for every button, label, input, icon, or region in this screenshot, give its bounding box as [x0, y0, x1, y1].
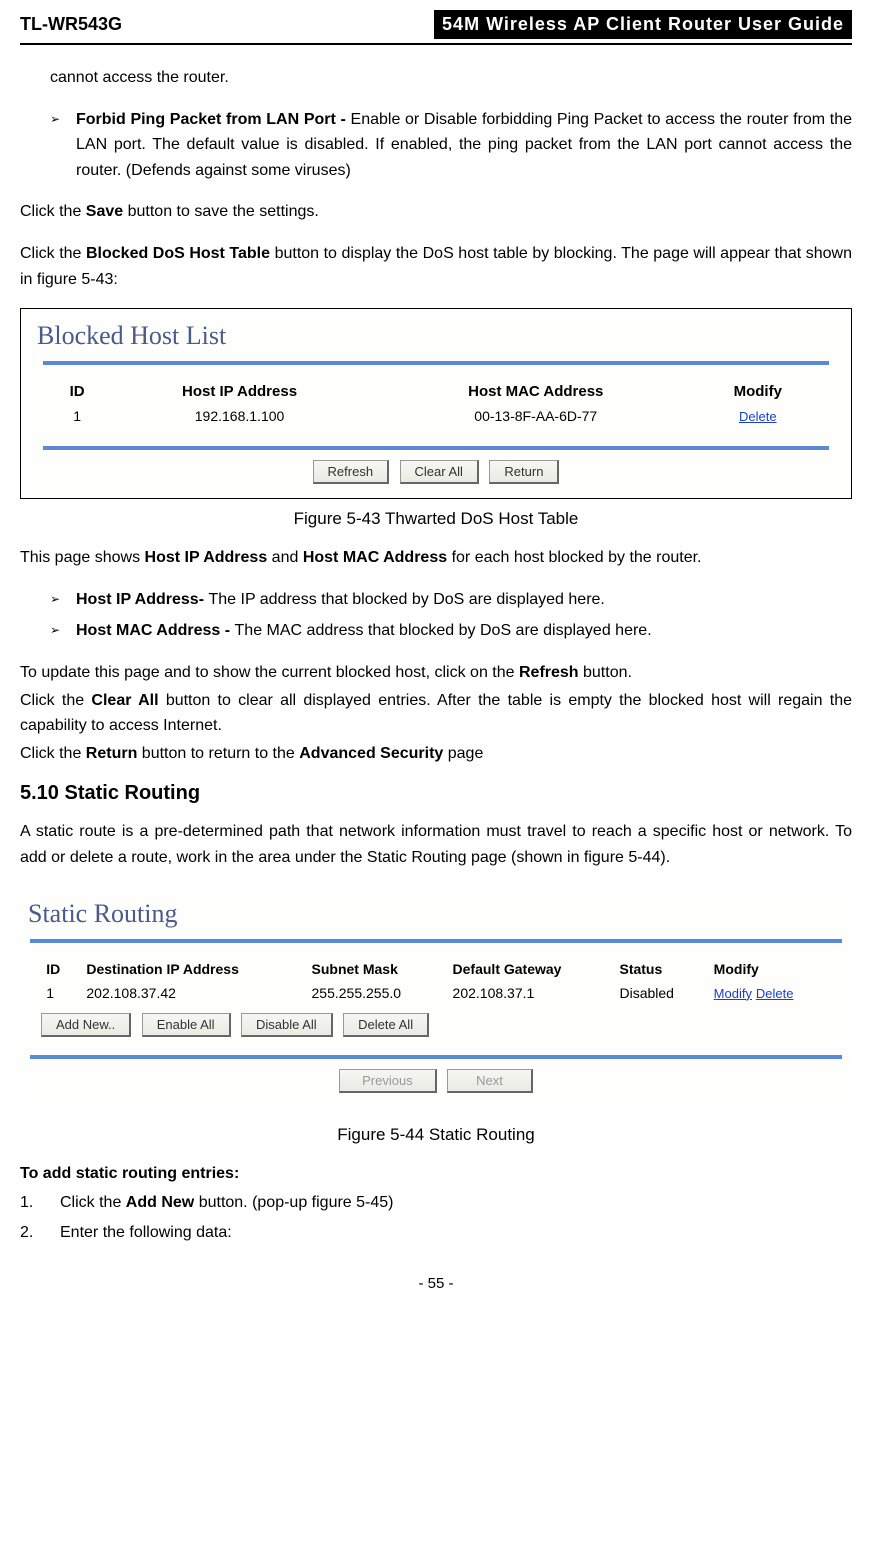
cell-gw: 202.108.37.1 [445, 981, 612, 1005]
bullet-marker-icon: ➢ [50, 618, 76, 644]
step-2: 2. Enter the following data: [20, 1220, 852, 1246]
delete-all-button[interactable]: Delete All [343, 1013, 429, 1037]
delete-link[interactable]: Delete [739, 409, 777, 424]
ol-number: 2. [20, 1220, 60, 1246]
enable-all-button[interactable]: Enable All [142, 1013, 231, 1037]
cell-id: 1 [52, 404, 103, 428]
col-id: ID [52, 379, 103, 404]
ol-number: 1. [20, 1190, 60, 1216]
fig544-caption: Figure 5-44 Static Routing [20, 1125, 852, 1145]
para-static-routing: A static route is a pre-determined path … [20, 819, 852, 870]
refresh-button[interactable]: Refresh [313, 460, 390, 484]
cell-dest: 202.108.37.42 [78, 981, 303, 1005]
page-header: TL-WR543G 54M Wireless AP Client Router … [20, 10, 852, 45]
disable-all-button[interactable]: Disable All [241, 1013, 333, 1037]
modify-link[interactable]: Modify [714, 986, 752, 1001]
figure-static-routing: Static Routing ID Destination IP Address… [20, 887, 852, 1107]
col-default-gw: Default Gateway [445, 957, 612, 981]
para-this-page: This page shows Host IP Address and Host… [20, 545, 852, 571]
header-guide-title: 54M Wireless AP Client Router User Guide [434, 10, 852, 39]
col-dest-ip: Destination IP Address [78, 957, 303, 981]
intro-fragment: cannot access the router. [50, 65, 852, 91]
cell-mac: 00-13-8F-AA-6D-77 [376, 404, 695, 428]
table-row: 1 202.108.37.42 255.255.255.0 202.108.37… [38, 981, 833, 1005]
bullet-bold: Forbid Ping Packet from LAN Port - [76, 111, 351, 128]
col-id: ID [38, 957, 78, 981]
fig543-title: Blocked Host List [37, 321, 845, 351]
col-host-ip: Host IP Address [103, 379, 377, 404]
clear-all-button[interactable]: Clear All [400, 460, 479, 484]
col-subnet-mask: Subnet Mask [304, 957, 445, 981]
next-button[interactable]: Next [447, 1069, 533, 1093]
para-blocked: Click the Blocked DoS Host Table button … [20, 241, 852, 292]
fig544-title: Static Routing [28, 899, 846, 929]
previous-button[interactable]: Previous [339, 1069, 437, 1093]
step-1: 1. Click the Add New button. (pop-up fig… [20, 1190, 852, 1216]
para-return: Click the Return button to return to the… [20, 741, 852, 767]
section-heading-static-routing: 5.10 Static Routing [20, 782, 852, 805]
delete-link[interactable]: Delete [756, 986, 794, 1001]
blocked-host-table: ID Host IP Address Host MAC Address Modi… [52, 379, 821, 428]
col-host-mac: Host MAC Address [376, 379, 695, 404]
cell-mask: 255.255.255.0 [304, 981, 445, 1005]
table-row: 1 192.168.1.100 00-13-8F-AA-6D-77 Delete [52, 404, 821, 428]
page-number: - 55 - [20, 1275, 852, 1292]
bullet-marker-icon: ➢ [50, 587, 76, 613]
bullet-host-ip: ➢ Host IP Address- The IP address that b… [50, 587, 852, 613]
bullet-marker-icon: ➢ [50, 107, 76, 184]
figure-blocked-host-list: Blocked Host List ID Host IP Address Hos… [20, 308, 852, 499]
return-button[interactable]: Return [489, 460, 559, 484]
add-static-heading: To add static routing entries: [20, 1161, 852, 1187]
fig543-caption: Figure 5-43 Thwarted DoS Host Table [20, 509, 852, 529]
col-modify: Modify [706, 957, 834, 981]
col-modify: Modify [695, 379, 820, 404]
header-model: TL-WR543G [20, 14, 122, 35]
static-routing-table: ID Destination IP Address Subnet Mask De… [38, 957, 833, 1005]
divider-icon [43, 446, 828, 450]
cell-id: 1 [38, 981, 78, 1005]
col-status: Status [611, 957, 705, 981]
bullet-forbid-ping: ➢ Forbid Ping Packet from LAN Port - Ena… [50, 107, 852, 184]
para-clearall: Click the Clear All button to clear all … [20, 688, 852, 739]
cell-ip: 192.168.1.100 [103, 404, 377, 428]
para-save: Click the Save button to save the settin… [20, 199, 852, 225]
divider-icon [43, 361, 828, 365]
divider-icon [30, 1055, 842, 1059]
cell-status: Disabled [611, 981, 705, 1005]
para-refresh: To update this page and to show the curr… [20, 660, 852, 686]
bullet-host-mac: ➢ Host MAC Address - The MAC address tha… [50, 618, 852, 644]
add-new-button[interactable]: Add New.. [41, 1013, 131, 1037]
divider-icon [30, 939, 842, 943]
